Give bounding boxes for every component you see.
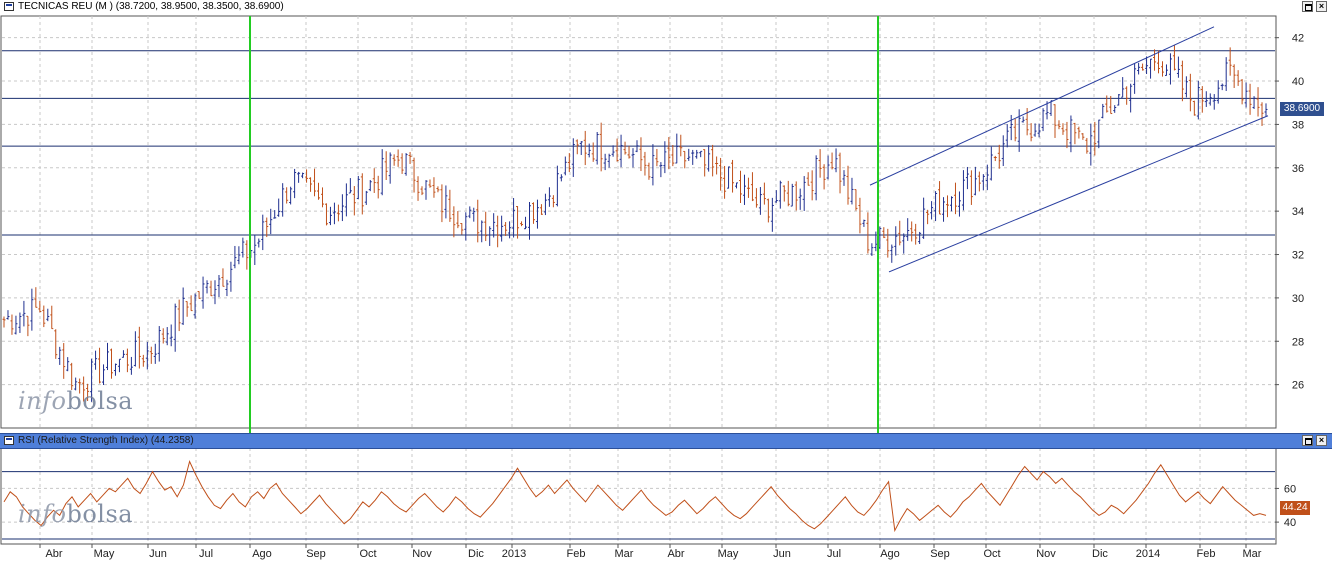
- time-tick-label: Feb: [567, 548, 586, 560]
- price-tick-label: 26: [1292, 380, 1304, 392]
- time-tick-label: Sep: [306, 548, 326, 560]
- chart-window-icon: [4, 2, 14, 11]
- logo-text-a: info: [18, 500, 67, 528]
- time-tick-label: Nov: [412, 548, 432, 560]
- rsi-close-button[interactable]: ×: [1316, 435, 1327, 446]
- price-tick-label: 42: [1292, 33, 1304, 45]
- time-tick-label: Abr: [667, 548, 684, 560]
- time-tick-label: Jul: [827, 548, 841, 560]
- rsi-tick-label: 40: [1284, 517, 1296, 529]
- price-tick-label: 38: [1292, 119, 1304, 131]
- time-tick-label: May: [94, 548, 115, 560]
- time-tick-label: Mar: [615, 548, 634, 560]
- time-tick-label: 2014: [1136, 548, 1160, 560]
- time-tick-label: Abr: [45, 548, 62, 560]
- time-tick-label: Jun: [773, 548, 791, 560]
- price-tick-label: 30: [1292, 293, 1304, 305]
- close-button[interactable]: ×: [1316, 1, 1327, 12]
- infobolsa-logo: infobolsa: [18, 387, 133, 415]
- chart-area: 26 28 30 32 34 36 38 40 42 40 60 Abr May Jun Jul Ago S…: [0, 14, 1332, 561]
- time-tick-label: Feb: [1197, 548, 1216, 560]
- time-tick-label: Jun: [149, 548, 167, 560]
- rsi-panel-title: RSI (Relative Strength Index) (44.2358): [18, 435, 194, 446]
- rsi-window-icon: [4, 436, 14, 445]
- time-tick-label: Ago: [880, 548, 900, 560]
- time-tick-label: May: [718, 548, 739, 560]
- time-tick-label: Oct: [983, 548, 1000, 560]
- price-tick-label: 32: [1292, 250, 1304, 262]
- time-tick-label: Dic: [1092, 548, 1108, 560]
- time-tick-label: 2013: [502, 548, 526, 560]
- price-panel-title: TECNICAS REU (M ) (38.7200, 38.9500, 38.…: [18, 1, 284, 12]
- time-tick-label: Oct: [359, 548, 376, 560]
- rsi-minimize-button[interactable]: [1302, 435, 1313, 446]
- minimize-button[interactable]: [1302, 1, 1313, 12]
- rsi-panel-header: RSI (Relative Strength Index) (44.2358) …: [0, 433, 1332, 449]
- time-tick-label: Sep: [930, 548, 950, 560]
- rsi-tick-label: 60: [1284, 483, 1296, 495]
- logo-text-b: bolsa: [66, 387, 134, 415]
- time-tick-label: Dic: [468, 548, 484, 560]
- time-tick-label: Nov: [1036, 548, 1056, 560]
- logo-text-b: bolsa: [66, 500, 134, 528]
- price-tick-label: 34: [1292, 206, 1304, 218]
- price-panel-header: TECNICAS REU (M ) (38.7200, 38.9500, 38.…: [0, 0, 1332, 15]
- price-tick-label: 36: [1292, 163, 1304, 175]
- logo-text-a: info: [18, 387, 67, 415]
- time-tick-label: Jul: [199, 548, 213, 560]
- rsi-last-label: 44.24: [1280, 501, 1310, 515]
- price-plot-frame: [0, 15, 1277, 429]
- time-tick-label: Mar: [1243, 548, 1262, 560]
- infobolsa-logo-rsi: infobolsa: [18, 500, 133, 528]
- rsi-plot-frame: [0, 447, 1277, 545]
- time-tick-label: Ago: [252, 548, 272, 560]
- price-tick-label: 40: [1292, 76, 1304, 88]
- price-tick-label: 28: [1292, 336, 1304, 348]
- price-last-label: 38.6900: [1280, 102, 1324, 116]
